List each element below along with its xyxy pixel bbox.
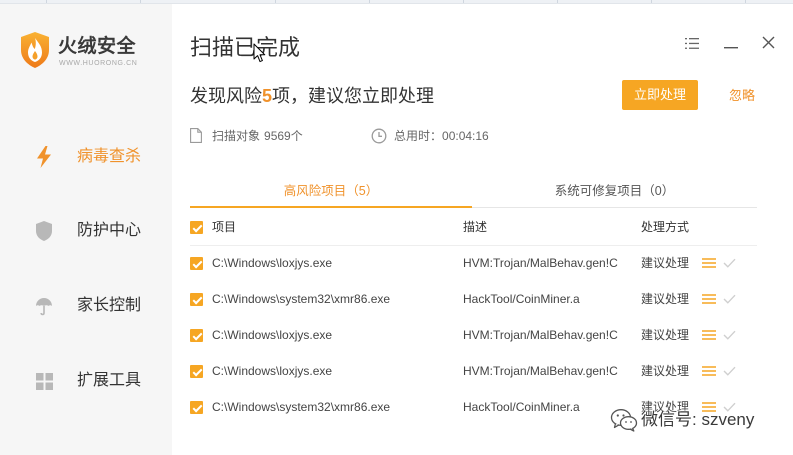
page-title: 扫描已完成 <box>190 35 301 60</box>
scanned-objects: 扫描对象 9569个 <box>212 128 303 144</box>
app-window: 火绒安全 WWW.HUORONG.CN 病毒查杀 防护中心 家长控制 扩展工具 … <box>0 0 793 455</box>
row-path: C:\Windows\system32\xmr86.exe <box>212 400 391 414</box>
list-icon[interactable] <box>702 294 716 304</box>
summary-prefix: 发现风险 <box>190 86 262 106</box>
row-path: C:\Windows\loxjys.exe <box>212 328 333 342</box>
scanned-value: 9569个 <box>264 129 303 143</box>
desktop-backdrop <box>0 0 793 4</box>
row-action: 建议处理 <box>641 256 690 270</box>
column-header-description: 描述 <box>463 220 488 234</box>
row-checkbox[interactable] <box>190 257 203 270</box>
logo-name: 火绒安全 <box>58 36 137 57</box>
row-checkbox[interactable] <box>190 365 203 378</box>
tab-system-repairable[interactable]: 系统可修复项目（0） <box>472 176 757 208</box>
column-header-action: 处理方式 <box>641 220 690 234</box>
row-description: HVM:Trojan/MalBehav.gen!C <box>463 256 618 270</box>
watermark-text: 微信号: szveny <box>641 410 755 429</box>
row-description: HVM:Trojan/MalBehav.gen!C <box>463 328 618 342</box>
risk-count: 5 <box>262 86 273 106</box>
list-icon[interactable] <box>702 330 716 340</box>
sidebar-item-label: 病毒查杀 <box>77 148 142 165</box>
table-row[interactable]: C:\Windows\system32\xmr86.exe HackTool/C… <box>0 281 793 317</box>
row-description: HackTool/CoinMiner.a <box>463 292 580 306</box>
shield-icon <box>34 220 54 242</box>
check-icon[interactable] <box>723 330 736 340</box>
logo-tagline: WWW.HUORONG.CN <box>59 60 138 67</box>
row-path: C:\Windows\system32\xmr86.exe <box>212 292 391 306</box>
elapsed-value: 00:04:16 <box>442 129 489 143</box>
table-row[interactable]: C:\Windows\loxjys.exe HVM:Trojan/MalBeha… <box>0 317 793 353</box>
check-icon[interactable] <box>723 258 736 268</box>
list-icon[interactable] <box>702 366 716 376</box>
handle-now-button[interactable]: 立即处理 <box>622 80 698 110</box>
scanned-label: 扫描对象 <box>212 129 261 143</box>
row-checkbox[interactable] <box>190 401 203 414</box>
mouse-cursor-icon <box>253 43 266 63</box>
lightning-icon <box>34 146 54 168</box>
flame-shield-icon <box>21 32 49 68</box>
row-path: C:\Windows\loxjys.exe <box>212 364 333 378</box>
list-icon[interactable] <box>702 258 716 268</box>
elapsed-label: 总用时： <box>394 129 443 143</box>
wechat-icon <box>610 409 638 432</box>
sidebar-item-virus-scan[interactable]: 病毒查杀 <box>0 137 172 177</box>
tab-high-risk[interactable]: 高风险项目（5） <box>190 176 472 208</box>
document-icon <box>190 128 202 143</box>
row-action: 建议处理 <box>641 292 690 306</box>
check-icon[interactable] <box>723 366 736 376</box>
row-action: 建议处理 <box>641 328 690 342</box>
column-header-item: 项目 <box>212 220 237 234</box>
row-action: 建议处理 <box>641 364 690 378</box>
select-all-checkbox[interactable] <box>190 221 203 234</box>
table-row[interactable]: C:\Windows\loxjys.exe HVM:Trojan/MalBeha… <box>0 353 793 389</box>
minimize-icon[interactable] <box>724 40 738 50</box>
risk-summary: 发现风险5项，建议您立即处理 <box>190 84 434 108</box>
ignore-link[interactable]: 忽略 <box>729 87 755 105</box>
row-checkbox[interactable] <box>190 329 203 342</box>
elapsed-time: 总用时：00:04:16 <box>394 128 489 144</box>
clock-icon <box>371 128 387 144</box>
row-description: HVM:Trojan/MalBehav.gen!C <box>463 364 618 378</box>
menu-icon[interactable] <box>685 38 699 49</box>
check-icon[interactable] <box>723 294 736 304</box>
close-icon[interactable] <box>762 36 775 49</box>
row-checkbox[interactable] <box>190 293 203 306</box>
table-row[interactable]: C:\Windows\loxjys.exe HVM:Trojan/MalBeha… <box>0 245 793 281</box>
row-path: C:\Windows\loxjys.exe <box>212 256 333 270</box>
summary-suffix: 项，建议您立即处理 <box>272 86 435 106</box>
